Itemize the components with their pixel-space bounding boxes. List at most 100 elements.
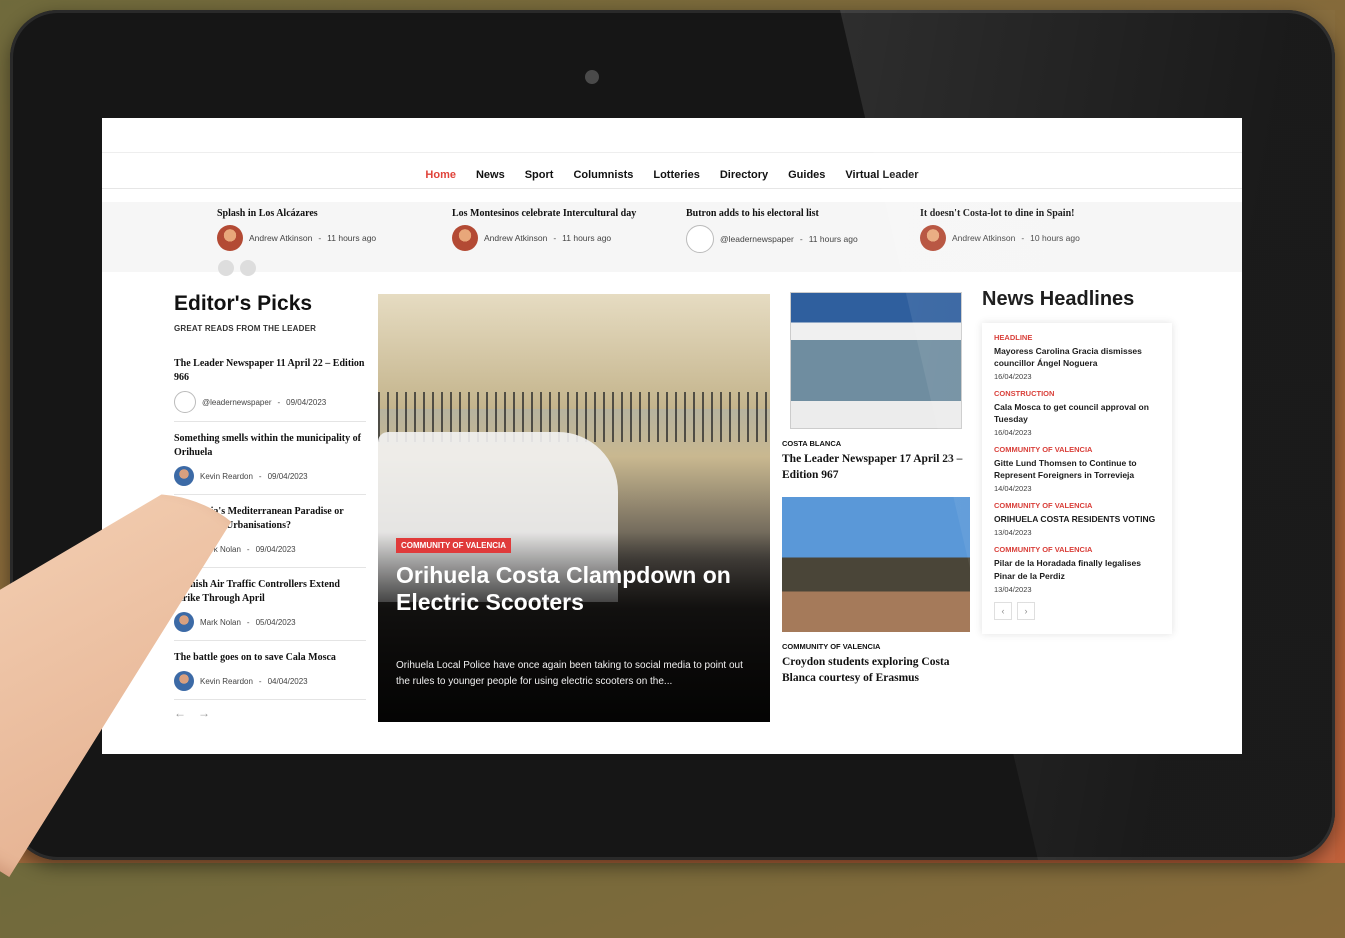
list-item[interactable]: The battle goes on to save Cala Mosca Ke…	[174, 641, 366, 700]
pick-author[interactable]: Kevin Reardon	[200, 677, 253, 686]
arrow-left-icon[interactable]: ←	[174, 706, 186, 720]
headline-item[interactable]: COMMUNITY OF VALENCIA ORIHUELA COSTA RES…	[994, 501, 1160, 537]
mid-category[interactable]: COSTA BLANCA	[782, 439, 972, 448]
nav-columnists[interactable]: Columnists	[573, 169, 633, 181]
pick-title[interactable]: The battle goes on to save Cala Mosca	[174, 651, 366, 665]
avatar	[174, 671, 194, 691]
arrow-right-icon[interactable]: →	[198, 706, 210, 720]
pick-title[interactable]: Spanish Air Traffic Controllers Extend S…	[174, 578, 366, 606]
middle-column: COSTA BLANCA The Leader Newspaper 17 Apr…	[782, 292, 972, 686]
divider	[102, 152, 1242, 153]
avatar	[174, 391, 196, 413]
main-nav: Home News Sport Columnists Lotteries Dir…	[102, 162, 1242, 189]
chevron-right-icon[interactable]: ›	[1017, 601, 1035, 620]
feature-headline[interactable]: Orihuela Costa Clampdown on Electric Sco…	[396, 562, 756, 616]
nav-guides[interactable]: Guides	[788, 169, 825, 181]
nav-news[interactable]: News	[476, 169, 505, 181]
news-headlines-title: News Headlines	[982, 288, 1135, 310]
pick-date: 05/04/2023	[255, 617, 296, 627]
avatar	[217, 225, 243, 251]
ticker-title[interactable]: Butron adds to his electoral list	[686, 208, 916, 219]
headline-date: 16/04/2023	[994, 372, 1032, 382]
feature-excerpt: Orihuela Local Police have once again be…	[396, 660, 743, 687]
headlines-box: HEADLINE Mayoress Carolina Gracia dismis…	[982, 323, 1172, 634]
pick-meta: Kevin Reardon - 09/04/2023	[174, 466, 366, 486]
headline-title[interactable]: Cala Mosca to get council approval on Tu…	[994, 401, 1160, 425]
news-headlines: News Headlines HEADLINE Mayoress Carolin…	[982, 288, 1172, 634]
ticker-next-button[interactable]	[240, 260, 256, 276]
ticker-author[interactable]: Andrew Atkinson	[952, 233, 1015, 243]
pick-title[interactable]: The Leader Newspaper 11 April 22 – Editi…	[174, 357, 366, 385]
headline-title[interactable]: Mayoress Carolina Gracia dismisses counc…	[994, 345, 1160, 369]
headline-item[interactable]: COMMUNITY OF VALENCIA Gitte Lund Thomsen…	[994, 445, 1160, 493]
ticker-item[interactable]: Butron adds to his electoral list @leade…	[686, 208, 916, 253]
pick-author[interactable]: Mark Nolan	[200, 618, 241, 627]
nav-directory[interactable]: Directory	[720, 169, 768, 181]
mid-title[interactable]: Croydon students exploring Costa Blanca …	[782, 655, 972, 686]
pick-author[interactable]: @leadernewspaper	[202, 398, 272, 407]
list-item[interactable]: Spanish Air Traffic Controllers Extend S…	[174, 568, 366, 641]
headline-category[interactable]: CONSTRUCTION	[994, 389, 1160, 398]
newspaper-cover-image[interactable]	[790, 292, 962, 429]
headline-date: 13/04/2023	[994, 528, 1032, 538]
mid-category[interactable]: COMMUNITY OF VALENCIA	[782, 642, 972, 651]
pick-title[interactable]: Something smells within the municipality…	[174, 432, 366, 460]
ticker-time: 11 hours ago	[808, 234, 858, 244]
pick-date: 09/04/2023	[255, 544, 296, 554]
ticker-meta: Andrew Atkinson - 11 hours ago	[217, 225, 447, 251]
mid-title[interactable]: The Leader Newspaper 17 April 23 – Editi…	[782, 452, 972, 483]
headline-category[interactable]: HEADLINE	[994, 333, 1160, 342]
pick-date: 09/04/2023	[286, 397, 327, 407]
editors-picks-subtitle: GREAT READS FROM THE LEADER	[174, 324, 317, 333]
ticker-author[interactable]: @leadernewspaper	[720, 234, 794, 244]
browser-screen: Home News Sport Columnists Lotteries Dir…	[102, 118, 1242, 754]
nav-sport[interactable]: Sport	[525, 169, 554, 181]
pick-meta: Kevin Reardon - 04/04/2023	[174, 671, 366, 691]
ticker-author[interactable]: Andrew Atkinson	[484, 233, 547, 243]
ticker-time: 10 hours ago	[1030, 233, 1080, 243]
headline-date: 13/04/2023	[994, 584, 1032, 594]
chevron-left-icon[interactable]: ‹	[994, 601, 1012, 620]
camera-icon	[585, 70, 599, 84]
avatar	[920, 225, 946, 251]
list-item[interactable]: Something smells within the municipality…	[174, 422, 366, 495]
pick-date: 09/04/2023	[267, 471, 308, 481]
ticker-title[interactable]: It doesn't Costa-lot to dine in Spain!	[920, 208, 1150, 219]
list-item[interactable]: The Leader Newspaper 11 April 22 – Editi…	[174, 347, 366, 422]
ticker-author[interactable]: Andrew Atkinson	[249, 233, 312, 243]
ticker-meta: Andrew Atkinson - 11 hours ago	[452, 225, 682, 251]
headline-title[interactable]: Pilar de la Horadada finally legalises P…	[994, 557, 1160, 581]
avatar	[452, 225, 478, 251]
headline-item[interactable]: HEADLINE Mayoress Carolina Gracia dismis…	[994, 333, 1160, 381]
headline-category[interactable]: COMMUNITY OF VALENCIA	[994, 445, 1160, 454]
feature-category-badge[interactable]: COMMUNITY OF VALENCIA	[396, 538, 512, 553]
feature-overlay	[378, 532, 770, 722]
students-photo[interactable]	[782, 497, 970, 633]
pick-date: 04/04/2023	[267, 676, 308, 686]
headline-item[interactable]: CONSTRUCTION Cala Mosca to get council a…	[994, 389, 1160, 437]
ticker-title[interactable]: Los Montesinos celebrate Intercultural d…	[452, 208, 682, 219]
headline-title[interactable]: Gitte Lund Thomsen to Continue to Repres…	[994, 457, 1160, 481]
pick-author[interactable]: Kevin Reardon	[200, 472, 253, 481]
ticker-time: 11 hours ago	[327, 233, 377, 243]
pick-meta: @leadernewspaper - 09/04/2023	[174, 391, 366, 413]
pick-meta: Mark Nolan - 05/04/2023	[174, 612, 366, 632]
nav-virtual-leader[interactable]: Virtual Leader	[845, 169, 918, 181]
ticker-item[interactable]: Splash in Los Alcázares Andrew Atkinson …	[217, 208, 447, 251]
nav-home[interactable]: Home	[425, 169, 456, 181]
ticker-item[interactable]: Los Montesinos celebrate Intercultural d…	[452, 208, 682, 251]
ticker-title[interactable]: Splash in Los Alcázares	[217, 208, 447, 219]
nav-lotteries[interactable]: Lotteries	[653, 169, 699, 181]
headline-category[interactable]: COMMUNITY OF VALENCIA	[994, 501, 1160, 510]
headline-date: 14/04/2023	[994, 484, 1032, 494]
avatar	[686, 225, 714, 253]
headline-item[interactable]: COMMUNITY OF VALENCIA Pilar de la Horada…	[994, 545, 1160, 593]
headline-category[interactable]: COMMUNITY OF VALENCIA	[994, 545, 1160, 554]
headline-title[interactable]: ORIHUELA COSTA RESIDENTS VOTING	[994, 513, 1160, 525]
ticker-meta: Andrew Atkinson - 10 hours ago	[920, 225, 1150, 251]
ticker-prev-button[interactable]	[218, 260, 234, 276]
ticker-meta: @leadernewspaper - 11 hours ago	[686, 225, 916, 253]
headline-date: 16/04/2023	[994, 428, 1032, 438]
ticker-item[interactable]: It doesn't Costa-lot to dine in Spain! A…	[920, 208, 1150, 251]
featured-article[interactable]: COMMUNITY OF VALENCIA Orihuela Costa Cla…	[378, 294, 770, 722]
